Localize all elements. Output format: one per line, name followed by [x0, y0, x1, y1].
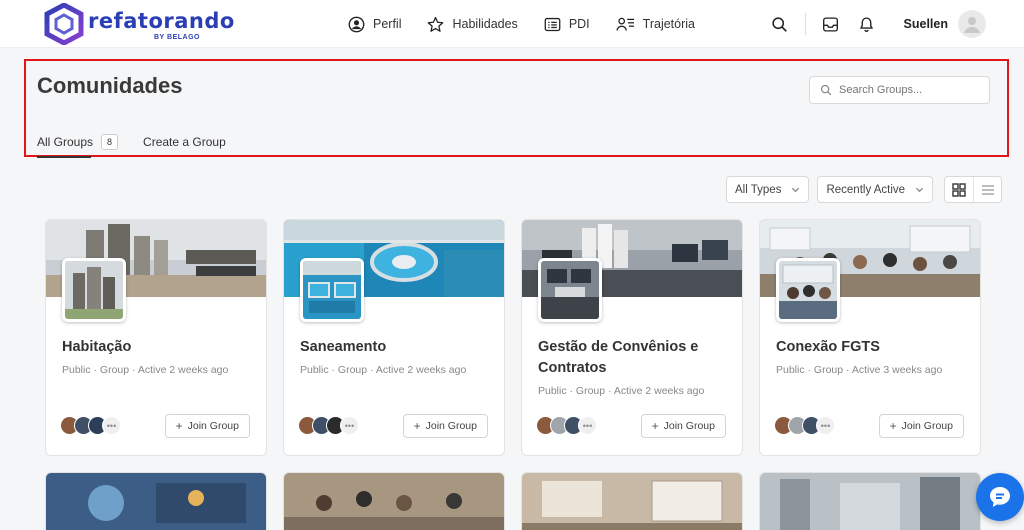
list-icon: [981, 184, 994, 195]
group-cover-image: [522, 473, 742, 530]
brand-name: refatorando: [88, 9, 235, 33]
chat-support-button[interactable]: [976, 473, 1024, 521]
button-label: Join Group: [663, 420, 715, 432]
group-meta: Public · Group · Active 2 weeks ago: [62, 364, 229, 376]
button-label: Join Group: [425, 420, 477, 432]
avatar[interactable]: [958, 10, 986, 38]
group-members: •••: [774, 416, 835, 435]
brand-subtitle: BY BELAGO: [154, 34, 200, 41]
count-badge: 8: [101, 134, 119, 150]
group-name[interactable]: Conexão FGTS: [776, 337, 971, 358]
tab-create-group[interactable]: Create a Group: [143, 131, 226, 153]
nav-label: Habilidades: [452, 17, 518, 31]
group-members: •••: [536, 416, 597, 435]
group-card-saneamento[interactable]: Saneamento Public · Group · Active 2 wee…: [283, 219, 505, 456]
nav-item-perfil[interactable]: Perfil: [348, 16, 401, 33]
filters-bar: All Types Recently Active: [726, 176, 1003, 203]
join-group-button[interactable]: + Join Group: [164, 414, 250, 438]
button-label: Join Group: [187, 420, 239, 432]
group-members: •••: [60, 416, 121, 435]
search-icon: [820, 84, 832, 96]
plus-icon: +: [889, 419, 897, 433]
top-navigation-bar: refatorando BY BELAGO Perfil Habilidades…: [0, 0, 1024, 48]
view-toggle: [944, 176, 1003, 203]
nav-item-pdi[interactable]: PDI: [544, 16, 590, 33]
join-group-button[interactable]: + Join Group: [878, 414, 964, 438]
star-icon: [428, 16, 444, 32]
join-group-button[interactable]: + Join Group: [640, 414, 726, 438]
type-filter-select[interactable]: All Types: [726, 176, 810, 203]
group-cover-image: [284, 473, 504, 530]
header-divider: [804, 13, 806, 35]
grid-icon: [952, 182, 966, 197]
button-label: Join Group: [901, 420, 953, 432]
order-filter-select[interactable]: Recently Active: [817, 176, 934, 203]
group-avatar[interactable]: [538, 258, 602, 322]
bell-icon[interactable]: [856, 13, 878, 35]
join-group-button[interactable]: + Join Group: [402, 414, 488, 438]
chevron-down-icon: [792, 187, 800, 193]
nav-label: Perfil: [373, 17, 402, 31]
more-members-icon: •••: [816, 416, 835, 435]
select-value: Recently Active: [826, 183, 906, 196]
more-members-icon: •••: [578, 416, 597, 435]
search-icon[interactable]: [769, 13, 791, 35]
select-value: All Types: [735, 183, 782, 196]
nav-item-habilidades[interactable]: Habilidades: [427, 16, 518, 33]
more-members-icon: •••: [340, 416, 359, 435]
tab-all-groups[interactable]: All Groups 8: [37, 131, 119, 158]
tab-label: All Groups: [37, 135, 94, 149]
group-card-conexao-fgts[interactable]: Conexão FGTS Public · Group · Active 3 w…: [759, 219, 981, 456]
search-input[interactable]: [839, 84, 979, 96]
group-name[interactable]: Saneamento: [300, 337, 495, 358]
group-name[interactable]: Habitação: [62, 337, 257, 358]
user-name[interactable]: Suellen: [904, 17, 948, 31]
list-view-button[interactable]: [973, 177, 1001, 202]
group-name[interactable]: Gestão de Convênios e Contratos: [538, 337, 733, 379]
more-members-icon: •••: [102, 416, 121, 435]
nav-item-trajetoria[interactable]: Trajetória: [616, 16, 695, 33]
chat-bubble-icon: [990, 487, 1010, 507]
user-circle-icon: [348, 16, 365, 32]
search-groups-field[interactable]: [809, 76, 990, 104]
tab-label: Create a Group: [143, 135, 226, 149]
group-cover-image: [46, 473, 266, 530]
user-list-icon: [616, 17, 634, 31]
refatorando-logo[interactable]: refatorando BY BELAGO: [44, 3, 234, 45]
page-title: Comunidades: [37, 73, 183, 98]
inbox-icon[interactable]: [820, 13, 842, 35]
list-card-icon: [544, 17, 561, 31]
nav-label: Trajetória: [642, 17, 695, 31]
header-actions: Suellen: [755, 10, 986, 38]
main-nav: Perfil Habilidades PDI Trajetória: [348, 13, 721, 35]
group-card[interactable]: [759, 472, 981, 530]
plus-icon: +: [175, 419, 183, 433]
group-avatar[interactable]: [62, 258, 126, 322]
group-card-gestao-convenios[interactable]: Gestão de Convênios e Contratos Public ·…: [521, 219, 743, 456]
group-avatar[interactable]: [776, 258, 840, 322]
plus-icon: +: [651, 419, 659, 433]
plus-icon: +: [413, 419, 421, 433]
group-meta: Public · Group · Active 2 weeks ago: [300, 364, 467, 376]
group-card-habitacao[interactable]: Habitação Public · Group · Active 2 week…: [45, 219, 267, 456]
group-card[interactable]: [521, 472, 743, 530]
group-meta: Public · Group · Active 3 weeks ago: [776, 364, 943, 376]
chevron-down-icon: [915, 187, 924, 193]
group-card[interactable]: [45, 472, 267, 530]
hexagon-logo-icon: [44, 3, 84, 45]
default-avatar-icon: [964, 17, 980, 33]
nav-label: PDI: [568, 17, 590, 31]
group-tabs: All Groups 8 Create a Group: [37, 131, 226, 158]
group-meta: Public · Group · Active 2 weeks ago: [538, 385, 705, 397]
group-members: •••: [298, 416, 359, 435]
grid-view-button[interactable]: [945, 177, 973, 202]
group-card[interactable]: [283, 472, 505, 530]
group-avatar[interactable]: [300, 258, 364, 322]
group-cover-image: [760, 473, 980, 530]
